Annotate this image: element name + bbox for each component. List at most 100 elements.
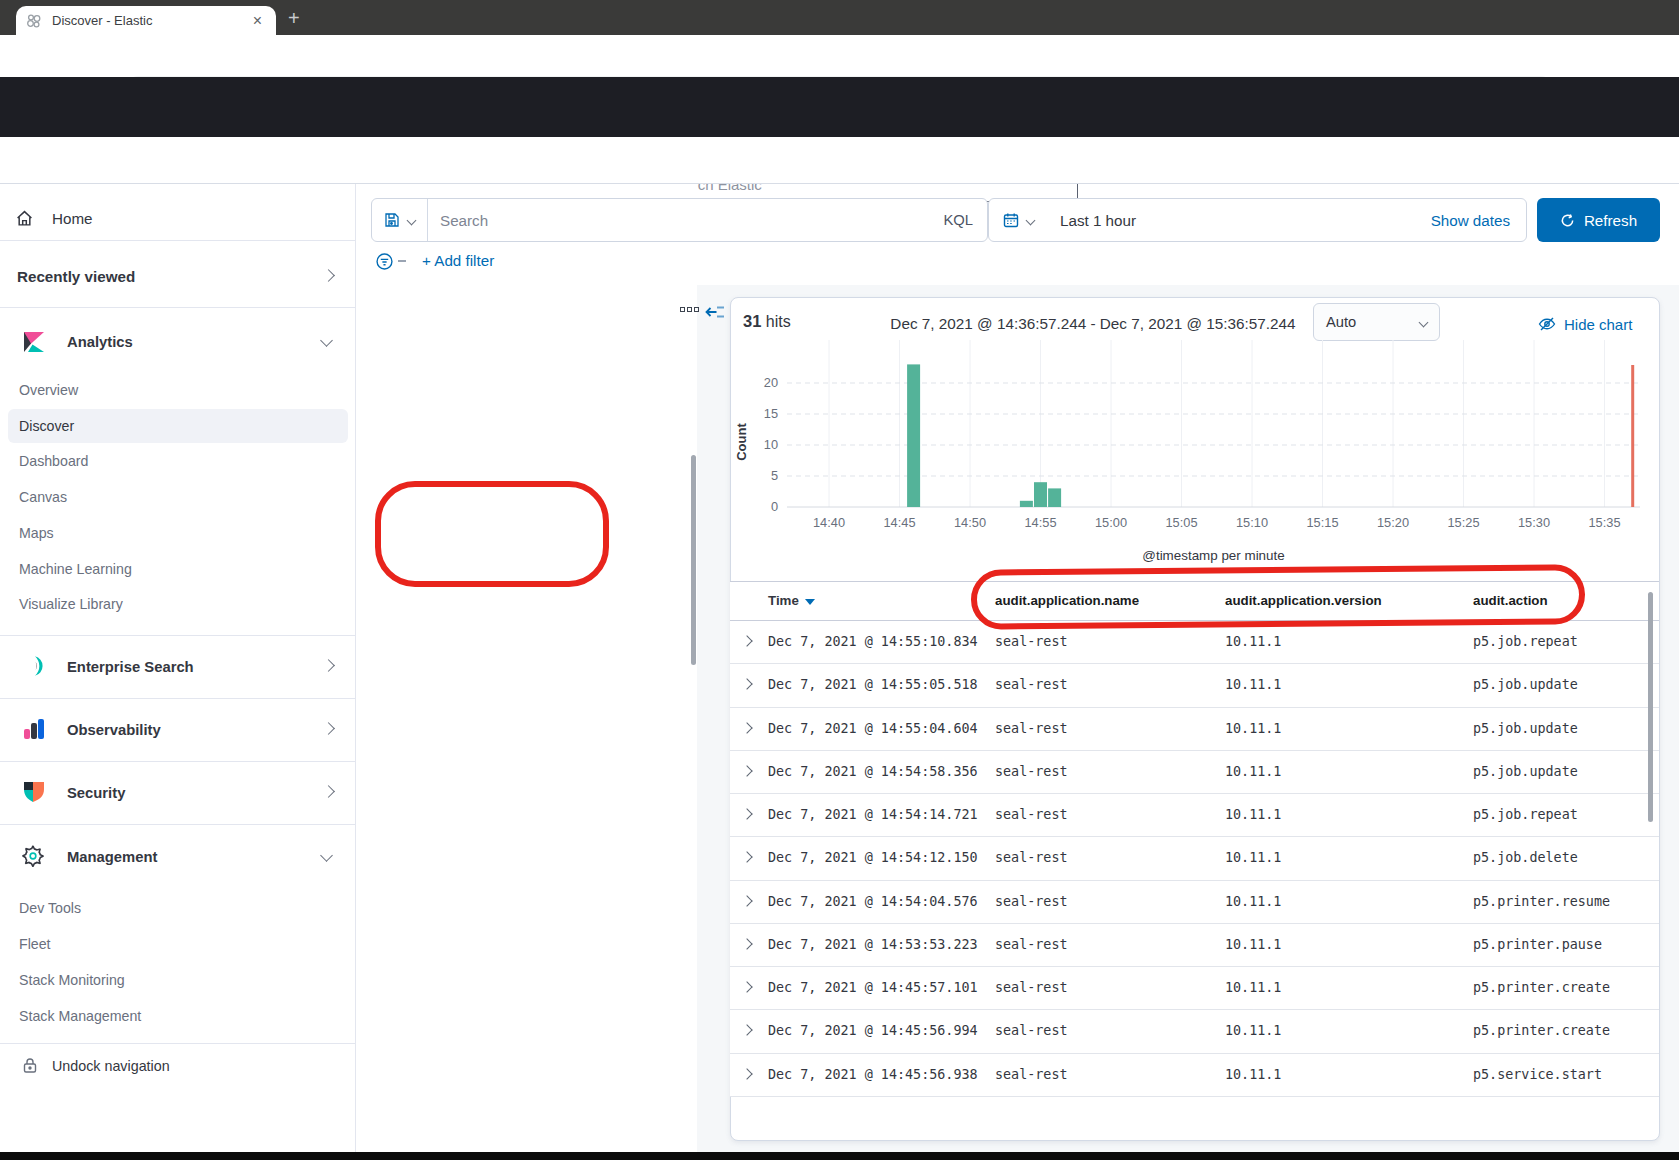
svg-text:15:00: 15:00: [1095, 515, 1127, 530]
expand-row-icon[interactable]: [741, 765, 752, 776]
svg-text:15:20: 15:20: [1377, 515, 1409, 530]
svg-text:@timestamp per minute: @timestamp per minute: [1142, 548, 1284, 563]
divider: [0, 1043, 356, 1044]
calendar-icon[interactable]: [989, 212, 1044, 228]
sidebar-item-stack-management[interactable]: Stack Management: [19, 1008, 141, 1024]
cell-application-name: seal-rest: [995, 807, 1068, 822]
sidebar-item-home[interactable]: Home: [52, 210, 93, 227]
sidebar-item-dev-tools[interactable]: Dev Tools: [19, 900, 81, 916]
divider: [0, 824, 356, 825]
sidebar-item-maps[interactable]: Maps: [19, 525, 54, 541]
sidebar-item-canvas[interactable]: Canvas: [19, 489, 67, 505]
expand-row-icon[interactable]: [741, 852, 752, 863]
bottom-bar: [0, 1152, 1679, 1160]
table-row: Dec 7, 2021 @ 14:55:05.518seal-rest10.11…: [730, 664, 1659, 707]
tab-close-icon[interactable]: ×: [249, 12, 266, 30]
sidebar-item-stack-monitoring[interactable]: Stack Monitoring: [19, 972, 125, 988]
show-dates-button[interactable]: Show dates: [1431, 212, 1510, 229]
sidebar-item-fleet[interactable]: Fleet: [19, 936, 51, 952]
sidebar-section-analytics[interactable]: Analytics: [67, 334, 133, 350]
cell-action: p5.job.update: [1473, 764, 1578, 779]
sidebar-section-management[interactable]: Management: [67, 849, 157, 865]
expand-row-icon[interactable]: [741, 938, 752, 949]
cell-application-name: seal-rest: [995, 677, 1068, 692]
query-input[interactable]: Search: [440, 212, 943, 229]
table-row: Dec 7, 2021 @ 14:54:14.721seal-rest10.11…: [730, 794, 1659, 837]
chevron-down-icon: [407, 215, 417, 225]
expand-row-icon[interactable]: [741, 808, 752, 819]
table-scrollbar[interactable]: [1648, 592, 1653, 822]
fields-sidebar: + Add filter seal-plossys-5-audit Search…: [356, 184, 697, 1153]
cell-time: Dec 7, 2021 @ 14:54:14.721: [768, 807, 978, 822]
expand-row-icon[interactable]: [741, 1025, 752, 1036]
add-filter-button[interactable]: + Add filter: [422, 252, 494, 269]
undock-navigation-button[interactable]: Undock navigation: [52, 1058, 170, 1074]
cell-time: Dec 7, 2021 @ 14:45:56.938: [768, 1067, 978, 1082]
cell-time: Dec 7, 2021 @ 14:45:56.994: [768, 1023, 978, 1038]
svg-text:20: 20: [764, 375, 778, 390]
sidebar-section-enterprise-search[interactable]: Enterprise Search: [67, 659, 194, 675]
sidebar-section-security[interactable]: Security: [67, 785, 125, 801]
sidebar-item-overview[interactable]: Overview: [19, 382, 78, 398]
fields-scrollbar[interactable]: [691, 455, 696, 665]
svg-text:15:15: 15:15: [1306, 515, 1338, 530]
cell-application-version: 10.11.1: [1225, 980, 1281, 995]
sort-desc-icon: [805, 599, 815, 605]
refresh-button[interactable]: Refresh: [1537, 198, 1660, 242]
chevron-right-icon[interactable]: [322, 722, 335, 735]
cell-application-name: seal-rest: [995, 721, 1068, 736]
chevron-right-icon[interactable]: [322, 785, 335, 798]
chevron-right-icon[interactable]: [322, 659, 335, 672]
refresh-label: Refresh: [1584, 212, 1637, 229]
cell-action: p5.job.delete: [1473, 850, 1578, 865]
sidebar-item-recently-viewed[interactable]: Recently viewed: [17, 268, 135, 285]
observability-logo-icon: [22, 717, 46, 741]
cell-application-version: 10.11.1: [1225, 764, 1281, 779]
table-row: Dec 7, 2021 @ 14:54:58.356seal-rest10.11…: [730, 751, 1659, 794]
table-body: Dec 7, 2021 @ 14:55:10.834seal-rest10.11…: [730, 621, 1659, 1097]
chevron-right-icon[interactable]: [322, 269, 335, 282]
collapse-sidebar-icon[interactable]: [705, 303, 725, 321]
cell-time: Dec 7, 2021 @ 14:54:04.576: [768, 894, 978, 909]
table-row: Dec 7, 2021 @ 14:55:04.604seal-rest10.11…: [730, 708, 1659, 751]
browser-tab[interactable]: Discover - Elastic ×: [16, 6, 276, 35]
column-header-time[interactable]: Time: [768, 593, 815, 608]
cell-application-version: 10.11.1: [1225, 634, 1281, 649]
chevron-down-icon[interactable]: [320, 334, 333, 347]
chevron-down-icon: [1026, 215, 1036, 225]
expand-row-icon[interactable]: [741, 722, 752, 733]
sidebar-item-dashboard[interactable]: Dashboard: [19, 453, 88, 469]
saved-query-menu-button[interactable]: [372, 199, 428, 241]
expand-row-icon[interactable]: [741, 981, 752, 992]
table-row: Dec 7, 2021 @ 14:45:57.101seal-rest10.11…: [730, 967, 1659, 1010]
time-range-value[interactable]: Last 1 hour: [1060, 212, 1431, 229]
sidebar-item-visualize-library[interactable]: Visualize Library: [19, 596, 123, 612]
cell-action: p5.printer.pause: [1473, 937, 1602, 952]
app-header-row: D Discover OptionsNewSaveOpenShareInspec…: [0, 137, 1679, 184]
hits-count: 31 hits: [743, 312, 791, 331]
filter-icon[interactable]: [376, 253, 393, 270]
histogram-chart[interactable]: 0510152014:4014:4514:5014:5515:0015:0515…: [730, 330, 1660, 575]
svg-text:15:35: 15:35: [1588, 515, 1620, 530]
query-language-toggle[interactable]: KQL: [943, 212, 973, 228]
expand-row-icon[interactable]: [741, 895, 752, 906]
sidebar-item-discover[interactable]: Discover: [19, 418, 74, 434]
cell-application-version: 10.11.1: [1225, 1067, 1281, 1082]
cell-application-name: seal-rest: [995, 1023, 1068, 1038]
sidebar-section-observability[interactable]: Observability: [67, 722, 161, 738]
svg-text:15:10: 15:10: [1236, 515, 1268, 530]
chevron-down-icon[interactable]: [320, 849, 333, 862]
new-tab-button[interactable]: +: [288, 8, 300, 28]
expand-row-icon[interactable]: [741, 1068, 752, 1079]
svg-text:15:30: 15:30: [1518, 515, 1550, 530]
divider: [0, 635, 356, 636]
table-density-icon[interactable]: [680, 307, 699, 312]
expand-row-icon[interactable]: [741, 679, 752, 690]
svg-text:0: 0: [771, 499, 778, 514]
date-picker: Last 1 hour Show dates: [988, 198, 1527, 242]
sidebar-item-machine-learning[interactable]: Machine Learning: [19, 561, 132, 577]
query-bar: Search KQL: [371, 198, 988, 242]
cell-application-name: seal-rest: [995, 634, 1068, 649]
tab-title: Discover - Elastic: [52, 13, 249, 28]
expand-row-icon[interactable]: [741, 635, 752, 646]
